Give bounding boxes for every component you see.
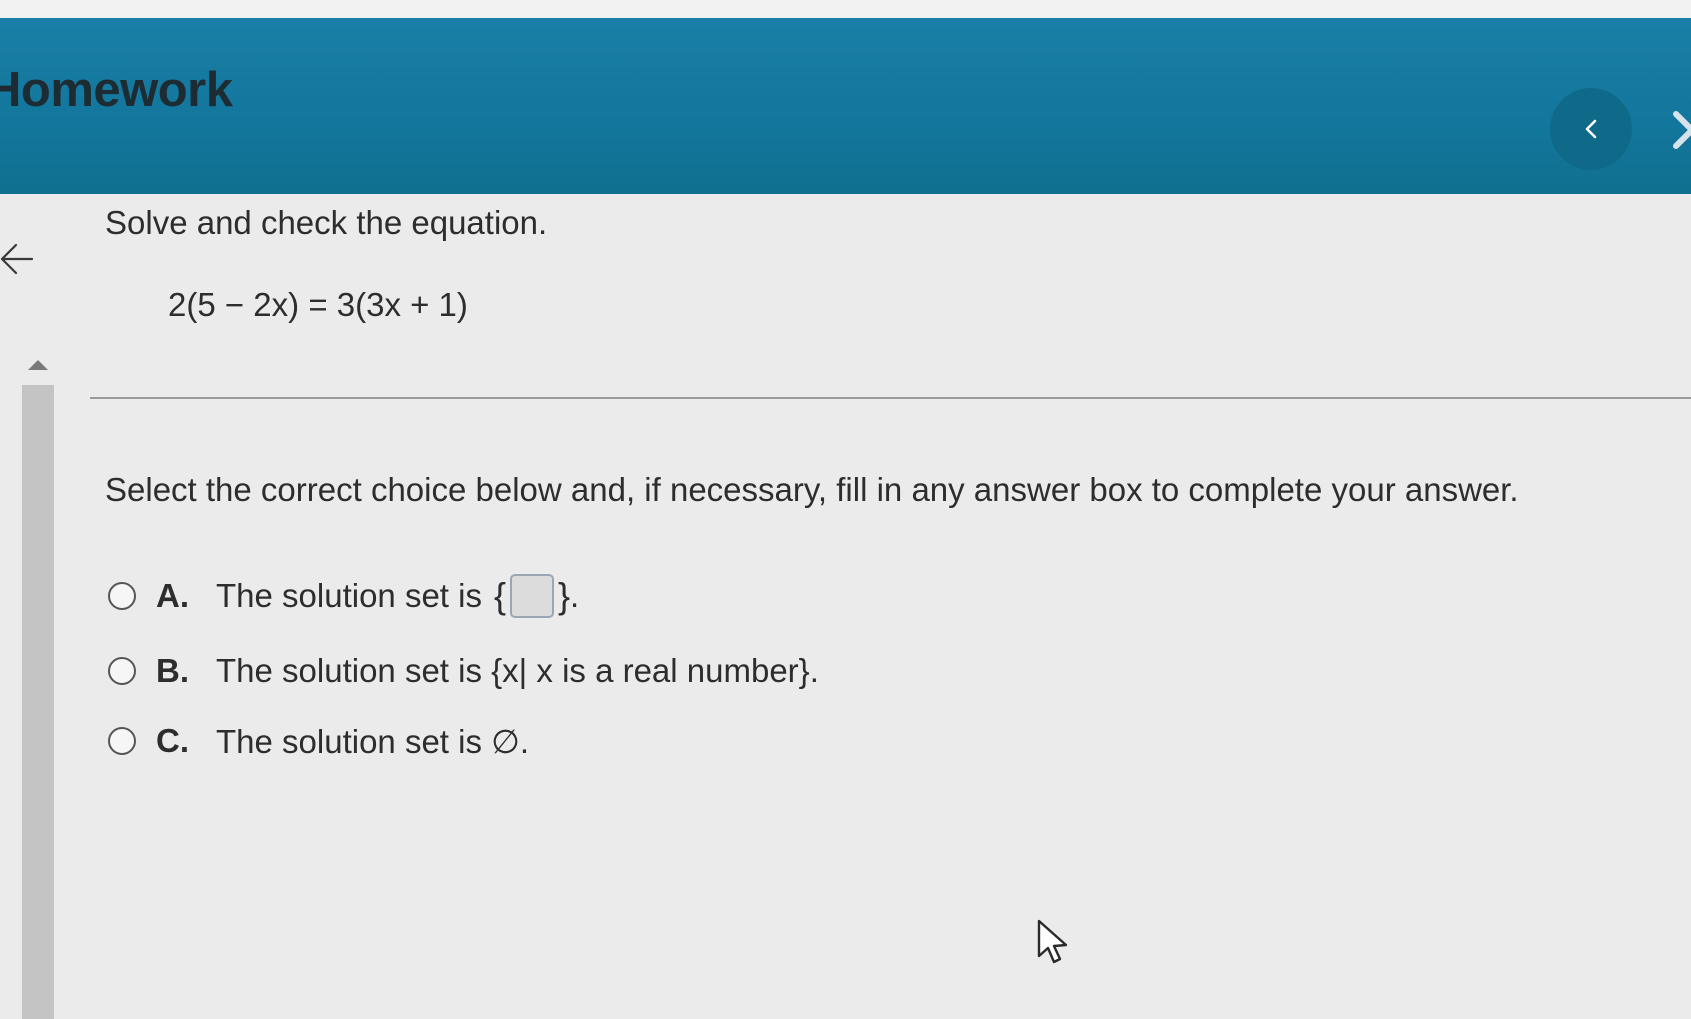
- set-open-brace: {: [493, 575, 506, 616]
- choice-a[interactable]: A. The solution set is { } .: [108, 572, 579, 620]
- scrollbar-thumb[interactable]: [22, 385, 54, 1019]
- equation: 2(5 − 2x) = 3(3x + 1): [168, 286, 468, 323]
- arrow-left-icon: [0, 243, 34, 275]
- question-instruction: Solve and check the equation.: [105, 204, 548, 241]
- radio-button-c[interactable]: [108, 727, 136, 755]
- choice-c-letter: C.: [156, 722, 189, 759]
- top-strip: [0, 0, 1691, 18]
- scroll-up-button[interactable]: [26, 358, 50, 372]
- scroll-up-arrow-icon: [28, 360, 48, 370]
- choice-b-letter: B.: [156, 652, 189, 689]
- answer-prompt: Select the correct choice below and, if …: [105, 471, 1519, 508]
- choice-b-text: The solution set is {x| x is a real numb…: [216, 652, 819, 689]
- choice-b[interactable]: B. The solution set is {x| x is a real n…: [108, 647, 819, 695]
- mouse-pointer-icon: [1036, 918, 1072, 968]
- side-back-button[interactable]: [0, 234, 36, 284]
- radio-button-b[interactable]: [108, 657, 136, 685]
- page-title: Homework: [0, 63, 233, 117]
- set-close-brace: }: [558, 575, 571, 616]
- header-bar: Homework: [0, 18, 1691, 194]
- answer-input-box[interactable]: [510, 574, 554, 618]
- choice-a-text: The solution set is: [216, 577, 482, 614]
- choice-c[interactable]: C. The solution set is ∅.: [108, 717, 529, 765]
- previous-question-button[interactable]: [1550, 88, 1632, 170]
- chevron-left-icon: [1585, 119, 1597, 139]
- radio-button-a[interactable]: [108, 582, 136, 610]
- divider: [90, 397, 1691, 399]
- choice-c-text: The solution set is ∅.: [216, 722, 530, 760]
- choice-a-letter: A.: [156, 577, 189, 614]
- chevron-right-icon: [1673, 111, 1691, 149]
- choice-a-period: .: [570, 577, 580, 614]
- next-question-button[interactable]: [1656, 100, 1691, 160]
